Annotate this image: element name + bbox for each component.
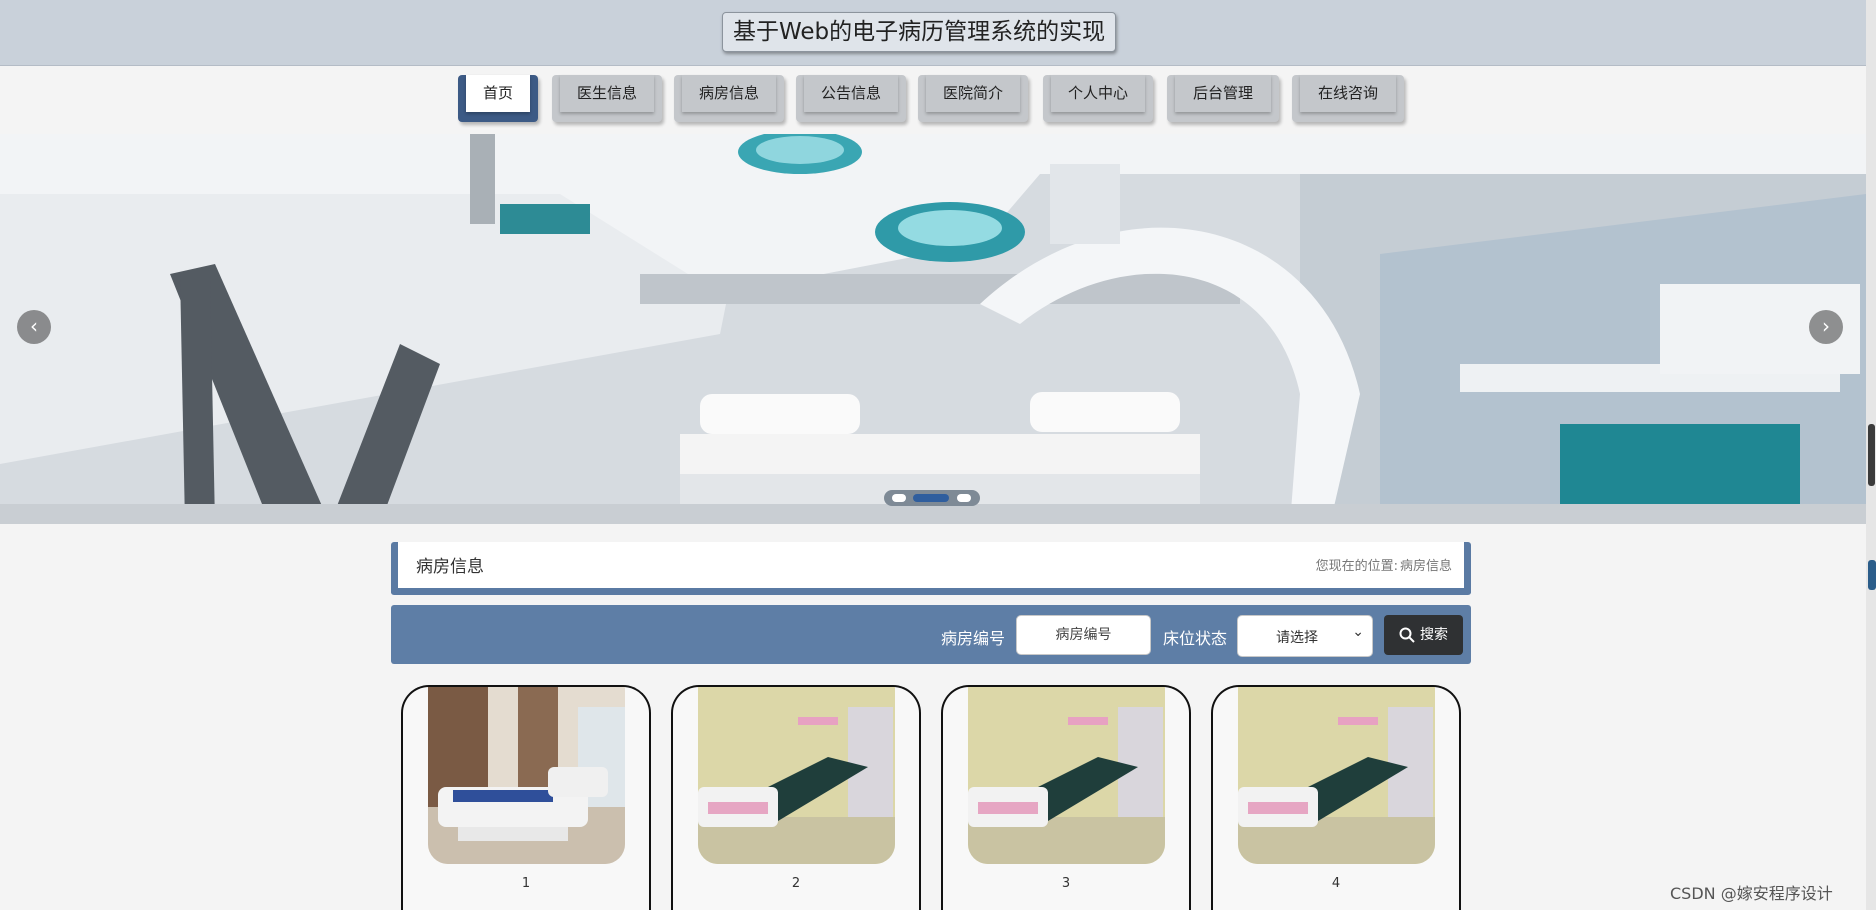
bed-status-selected: 请选择 <box>1276 630 1318 646</box>
section-header: 病房信息 您现在的位置: 病房信息 <box>391 542 1471 595</box>
carousel-prev-button[interactable]: ‹ <box>17 310 51 344</box>
site-title: 基于Web的电子病历管理系统的实现 <box>722 12 1117 52</box>
carousel-dot-2[interactable] <box>913 494 949 502</box>
nav-item-label: 公告信息 <box>804 75 898 112</box>
page-scrollbar[interactable] <box>1866 0 1876 910</box>
nav-item-consult[interactable]: 在线咨询 <box>1292 75 1404 122</box>
section-title: 病房信息 <box>416 557 484 577</box>
nav-item-doctors[interactable]: 医生信息 <box>552 75 662 122</box>
watermark: CSDN @嫁安程序设计 <box>1670 884 1833 903</box>
room-card[interactable]: 2 <box>671 685 921 910</box>
carousel-next-button[interactable]: › <box>1809 310 1843 344</box>
room-photo <box>428 687 625 864</box>
nav-item-label: 个人中心 <box>1051 75 1145 112</box>
room-card[interactable]: 3 <box>941 685 1191 910</box>
search-button[interactable]: 搜索 <box>1384 615 1463 655</box>
nav-item-notices[interactable]: 公告信息 <box>796 75 906 122</box>
site-header: 基于Web的电子病历管理系统的实现 <box>0 0 1866 66</box>
carousel-dot-1[interactable] <box>892 494 906 502</box>
nav-item-label: 医院简介 <box>926 75 1020 112</box>
scrollbar-thumb[interactable] <box>1868 424 1875 486</box>
nav-item-wards[interactable]: 病房信息 <box>674 75 784 122</box>
search-bar: 病房编号 床位状态 请选择 ⌄ 搜索 <box>391 605 1471 664</box>
nav-item-label: 首页 <box>466 75 530 112</box>
nav-item-profile[interactable]: 个人中心 <box>1043 75 1153 122</box>
room-label: 1 <box>521 876 531 891</box>
chevron-left-icon: ‹ <box>30 314 38 338</box>
chevron-right-icon: › <box>1822 314 1830 338</box>
room-label: 3 <box>1061 876 1071 891</box>
breadcrumb-label: 您现在的位置: <box>1315 559 1398 574</box>
nav-item-label: 后台管理 <box>1175 75 1271 112</box>
nav-item-hospital-intro[interactable]: 医院简介 <box>918 75 1028 122</box>
banner-carousel[interactable]: ‹ › <box>0 134 1866 524</box>
nav-item-admin[interactable]: 后台管理 <box>1167 75 1279 122</box>
room-card[interactable]: 4 <box>1211 685 1461 910</box>
side-tab[interactable] <box>1868 560 1876 590</box>
bed-status-select[interactable]: 请选择 ⌄ <box>1237 615 1373 657</box>
room-photo <box>1238 687 1435 864</box>
search-icon <box>1399 627 1415 643</box>
bed-status-label: 床位状态 <box>1163 629 1228 648</box>
room-label: 2 <box>791 876 801 891</box>
room-label: 4 <box>1331 876 1341 891</box>
room-number-input[interactable] <box>1016 615 1151 655</box>
main-nav: 首页 医生信息 病房信息 公告信息 医院简介 个人中心 后台管理 在线咨询 <box>0 66 1866 134</box>
operating-room-image <box>0 134 1866 524</box>
room-number-label: 病房编号 <box>941 629 1006 648</box>
room-card[interactable]: 1 <box>401 685 651 910</box>
nav-item-home[interactable]: 首页 <box>458 75 538 122</box>
carousel-dot-3[interactable] <box>957 494 971 502</box>
nav-item-label: 病房信息 <box>682 75 776 112</box>
nav-item-label: 在线咨询 <box>1300 75 1396 112</box>
nav-item-label: 医生信息 <box>560 75 654 112</box>
search-button-label: 搜索 <box>1420 627 1448 643</box>
breadcrumb-current: 病房信息 <box>1399 559 1452 574</box>
room-photo <box>698 687 895 864</box>
carousel-indicators <box>884 490 980 506</box>
chevron-down-icon: ⌄ <box>1352 624 1364 640</box>
room-photo <box>968 687 1165 864</box>
breadcrumb: 您现在的位置: 病房信息 <box>1316 555 1452 574</box>
